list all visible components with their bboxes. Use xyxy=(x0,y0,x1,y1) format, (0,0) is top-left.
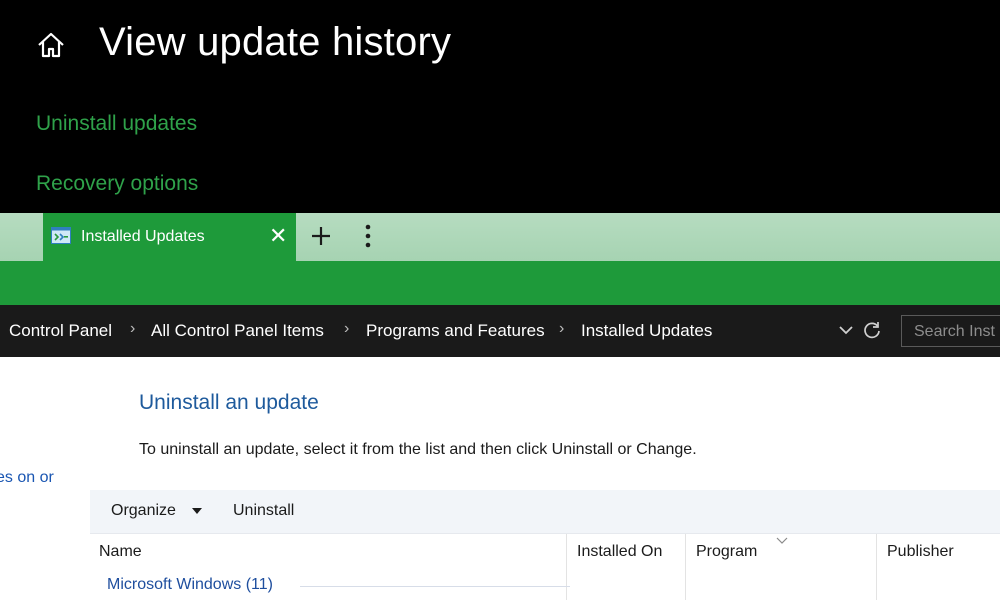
close-icon[interactable]: ✕ xyxy=(269,224,287,248)
breadcrumb-separator: › xyxy=(344,320,350,337)
more-vertical-icon[interactable] xyxy=(356,222,380,250)
plus-icon[interactable] xyxy=(307,222,335,250)
breadcrumb-separator: › xyxy=(559,320,565,337)
caret-down-icon[interactable] xyxy=(192,508,202,516)
group-divider-line xyxy=(300,586,570,587)
chevron-down-icon[interactable] xyxy=(838,322,854,338)
column-header-installed-on[interactable]: Installed On xyxy=(577,543,662,561)
breadcrumb-all-control-panel-items[interactable]: All Control Panel Items xyxy=(151,321,324,341)
breadcrumb-control-panel[interactable]: Control Panel xyxy=(9,321,112,341)
ribbon-bar xyxy=(0,261,1000,305)
control-panel-icon xyxy=(51,227,71,244)
sidebar-link-truncated[interactable]: es on or xyxy=(0,469,54,487)
organize-button[interactable]: Organize xyxy=(111,502,176,520)
sort-arrow-icon xyxy=(776,537,788,544)
settings-panel: View update history Uninstall updates Re… xyxy=(0,0,1000,213)
recovery-options-link[interactable]: Recovery options xyxy=(36,172,198,196)
command-toolbar: Organize Uninstall xyxy=(90,490,1000,534)
column-divider[interactable] xyxy=(876,534,877,600)
breadcrumb-programs-and-features[interactable]: Programs and Features xyxy=(366,321,545,341)
column-header-program[interactable]: Program xyxy=(696,543,757,561)
page-title: View update history xyxy=(99,20,452,64)
breadcrumb-installed-updates[interactable]: Installed Updates xyxy=(581,321,712,341)
tab-bar: Installed Updates ✕ xyxy=(0,213,1000,261)
section-heading: Uninstall an update xyxy=(139,391,319,414)
uninstall-updates-link[interactable]: Uninstall updates xyxy=(36,112,197,136)
content-area: es on or Uninstall an update To uninstal… xyxy=(0,357,1000,600)
uninstall-button[interactable]: Uninstall xyxy=(233,502,294,520)
column-divider[interactable] xyxy=(566,534,567,600)
tab-installed-updates[interactable]: Installed Updates ✕ xyxy=(43,213,296,261)
breadcrumb-separator: › xyxy=(130,320,136,337)
search-box[interactable] xyxy=(901,315,1000,347)
tab-label: Installed Updates xyxy=(81,228,205,245)
list-group-header[interactable]: Microsoft Windows (11) xyxy=(107,576,273,594)
search-input[interactable] xyxy=(914,321,1000,343)
section-description: To uninstall an update, select it from t… xyxy=(139,441,697,458)
column-divider[interactable] xyxy=(685,534,686,600)
column-header-publisher[interactable]: Publisher xyxy=(887,543,954,561)
column-header-name[interactable]: Name xyxy=(99,543,142,561)
home-icon[interactable] xyxy=(36,30,66,60)
refresh-icon[interactable] xyxy=(862,320,882,340)
